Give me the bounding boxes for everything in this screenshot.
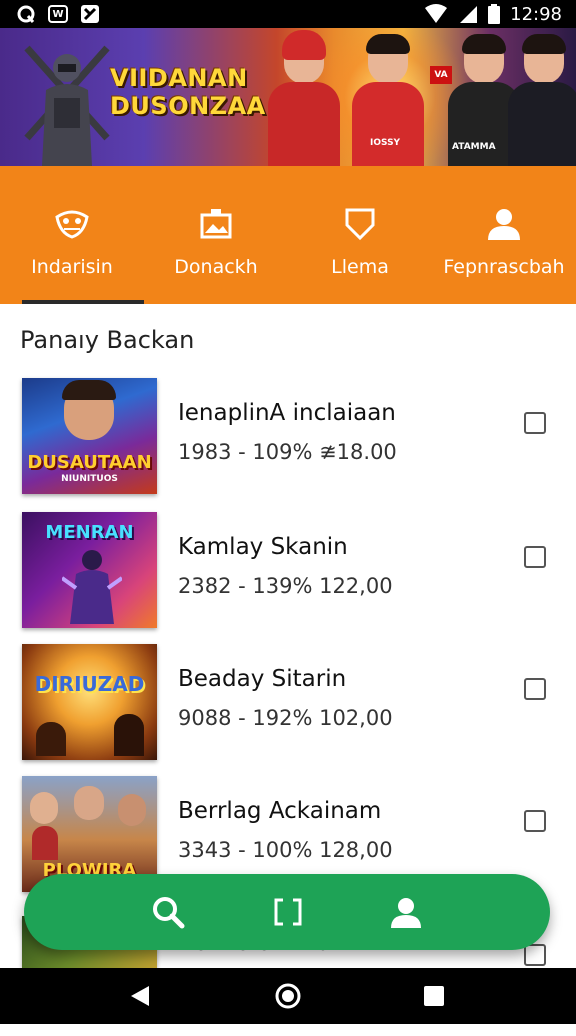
hero-hair — [366, 34, 410, 54]
game-thumbnail: DUSAUTAAN NIUNITUOS — [22, 378, 157, 494]
soldier-figure — [24, 45, 110, 166]
status-bar: W 12:98 — [0, 0, 576, 28]
promo-banner[interactable]: VIIDANAN DUSONZAA IOSSY VA ATAMMA — [0, 28, 576, 166]
item-name: Kamlay Skanin — [178, 534, 348, 560]
item-checkbox[interactable] — [524, 810, 546, 832]
item-meta: 3343 - 100% 128,00 — [178, 838, 393, 862]
tab-donackh[interactable]: Donackh — [144, 166, 288, 304]
item-checkbox[interactable] — [524, 412, 546, 434]
bottom-action-bar — [24, 874, 550, 950]
scan-icon[interactable] — [270, 894, 306, 930]
list-item[interactable]: DIRIUZAD Beaday Sitarin 9088 - 192% 102,… — [0, 644, 576, 764]
hero-hair — [462, 34, 506, 54]
list-item[interactable]: DUSAUTAAN NIUNITUOS IenaplinA inclaiaan … — [0, 378, 576, 498]
thumb-figure — [32, 826, 58, 860]
gallery-icon — [199, 204, 233, 244]
thumb-face — [118, 794, 146, 826]
person-icon — [487, 204, 521, 244]
battery-icon — [488, 4, 501, 24]
hero-hood — [282, 30, 326, 60]
item-checkbox[interactable] — [524, 944, 546, 966]
hero-suit — [508, 34, 576, 166]
item-checkbox[interactable] — [524, 678, 546, 700]
hero-body — [508, 82, 576, 166]
banner-title-line1: VIIDANAN — [110, 64, 248, 92]
hero-jersey-text: IOSSY — [370, 138, 401, 148]
tab-label: Fepnrascbah — [443, 256, 565, 278]
list-item[interactable]: MENRAN Kamlay Skanin 2382 - 139% 122,00 — [0, 512, 576, 632]
hero-red-hood — [268, 30, 340, 166]
game-thumbnail: MENRAN — [22, 512, 157, 628]
category-nav: Indarisin Donackh Llema Fepnrascbah — [0, 166, 576, 304]
thumb-subtitle: NIUNITUOS — [61, 474, 118, 484]
status-left: W — [16, 4, 100, 24]
item-meta: 2382 - 139% 122,00 — [178, 574, 393, 598]
signal-icon — [460, 6, 478, 23]
item-name: Beaday Sitarin — [178, 666, 347, 692]
wifi-icon — [425, 4, 448, 23]
item-checkbox[interactable] — [524, 546, 546, 568]
tab-indarisin[interactable]: Indarisin — [0, 166, 144, 304]
thumb-figure — [36, 722, 66, 756]
section-title: Panaıy Backan — [20, 326, 195, 354]
item-meta: 1983 - 109% ≇18.00 — [178, 440, 397, 464]
thumb-hair — [62, 380, 116, 400]
thumb-title: DIRIUZAD — [34, 672, 145, 696]
thumb-title: MENRAN — [45, 522, 134, 543]
shield-icon — [344, 204, 376, 244]
w-app-icon: W — [48, 5, 68, 23]
game-thumbnail: DIRIUZAD — [22, 644, 157, 760]
hero-body — [352, 82, 424, 166]
profile-icon[interactable] — [388, 894, 424, 930]
search-icon[interactable] — [150, 894, 186, 930]
banner-title: VIIDANAN DUSONZAA — [110, 64, 266, 120]
item-name: Berrlag Ackainam — [178, 798, 382, 824]
item-meta: 9088 - 192% 102,00 — [178, 706, 393, 730]
back-icon[interactable] — [110, 968, 170, 1024]
status-right: 12:98 — [424, 4, 562, 25]
tab-llema[interactable]: Llema — [288, 166, 432, 304]
recents-icon[interactable] — [404, 968, 464, 1024]
status-time: 12:98 — [510, 3, 562, 25]
hero-red-jersey: IOSSY — [352, 34, 424, 166]
hero-hair — [522, 34, 566, 54]
q-app-icon — [17, 5, 35, 23]
item-name: IenaplinA inclaiaan — [178, 400, 396, 426]
home-icon[interactable] — [258, 968, 318, 1024]
tab-label: Llema — [331, 256, 389, 278]
thumb-face — [74, 786, 104, 820]
tab-fepnrascbah[interactable]: Fepnrascbah — [432, 166, 576, 304]
tab-label: Indarisin — [31, 256, 113, 278]
banner-title-line2: DUSONZAA — [110, 92, 266, 120]
hero-shirt-text: ATAMMA — [452, 142, 496, 152]
mask-icon — [54, 204, 90, 244]
hero-body — [268, 82, 340, 166]
thumb-hero-silhouette — [62, 550, 122, 624]
thumb-figure — [114, 714, 144, 756]
thumb-face — [30, 792, 58, 824]
n-app-icon — [81, 5, 99, 23]
thumb-title: DUSAUTAAN — [27, 452, 152, 473]
tab-label: Donackh — [174, 256, 258, 278]
system-nav-bar — [0, 968, 576, 1024]
